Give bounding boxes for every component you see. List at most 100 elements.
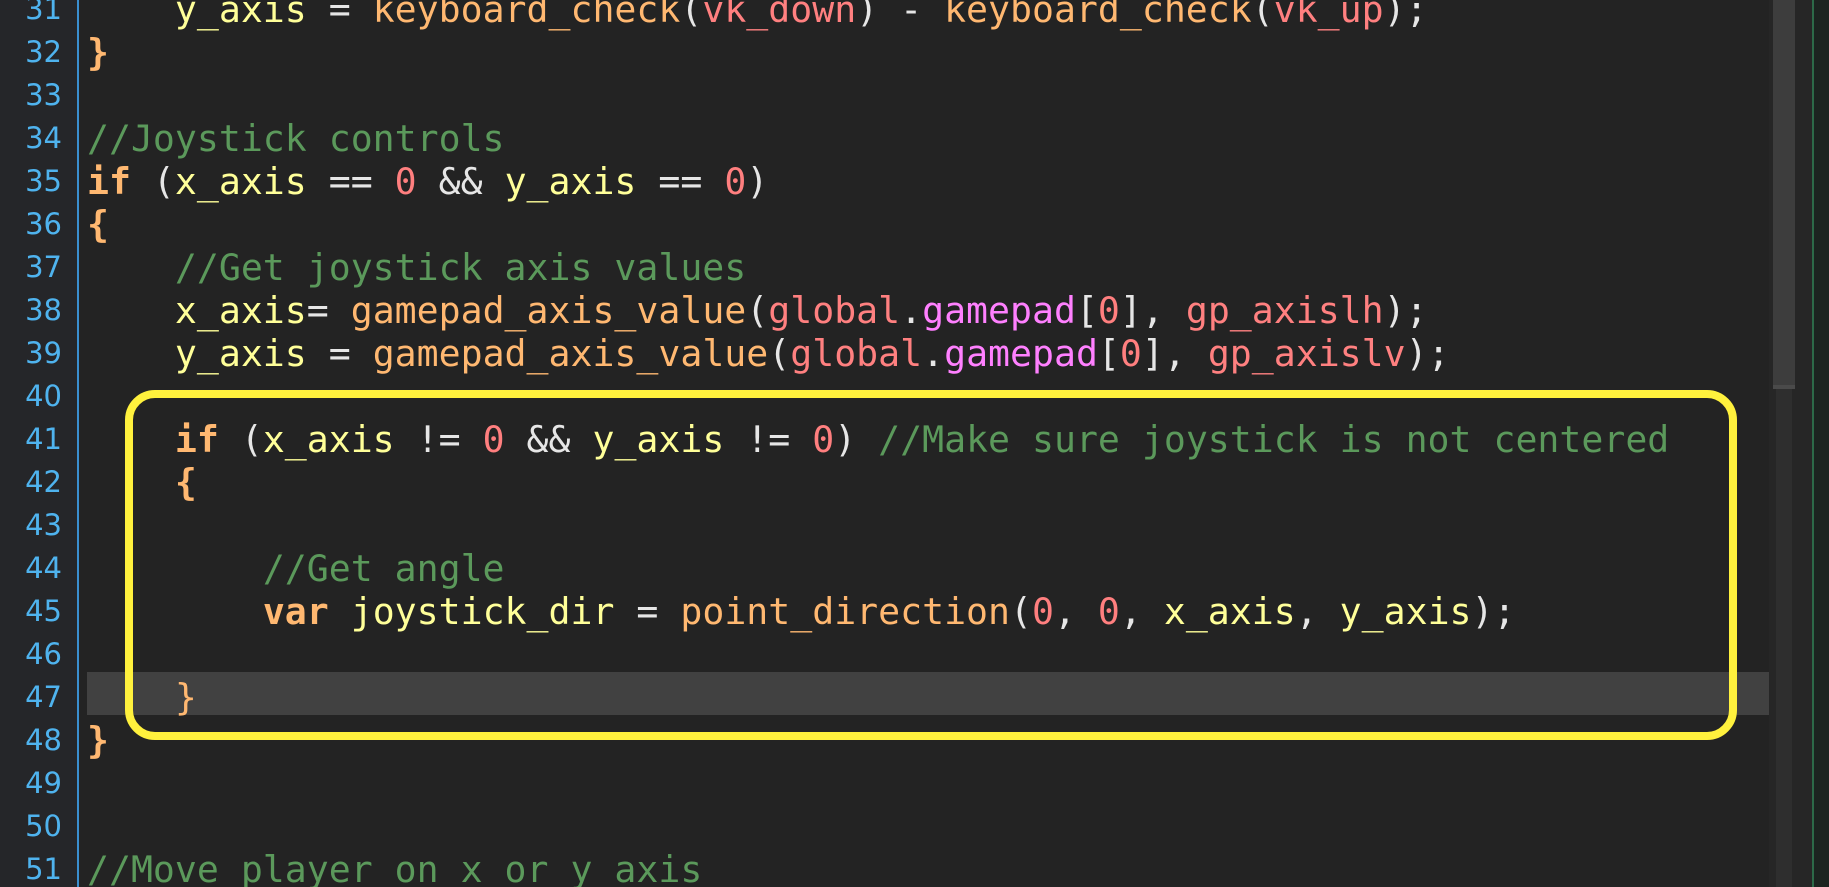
side-panel-edge	[1812, 0, 1829, 887]
function-token: keyboard_check	[372, 0, 681, 31]
constant-token: vk_down	[702, 0, 857, 31]
punctuation-token: .	[922, 332, 945, 375]
line-number: 32	[25, 35, 62, 69]
code-line-32[interactable]: }	[87, 31, 109, 74]
line-number: 51	[25, 852, 62, 886]
line-number: 37	[25, 250, 62, 284]
number-token: 0	[724, 160, 747, 203]
code-line-37[interactable]: //Get joystick axis values	[87, 246, 746, 289]
line-number: 35	[25, 164, 62, 198]
code-line-48[interactable]: }	[87, 719, 109, 762]
code-line-35[interactable]: if (x_axis == 0 && y_axis == 0)	[87, 160, 768, 203]
code-line-36[interactable]: {	[87, 203, 109, 246]
line-number-gutter[interactable]: 31 32 33 34 35 36 37 38 39 40 41 42 43 4…	[0, 0, 79, 887]
line-number: 42	[25, 465, 62, 499]
line-number: 46	[25, 637, 62, 671]
variable-token: y_axis	[504, 160, 637, 203]
operator-token: &&	[416, 160, 505, 203]
brace-token: {	[174, 461, 197, 504]
operator-token: =	[614, 590, 681, 633]
keyword-token: var	[262, 590, 329, 633]
comment-token: //Joystick controls	[87, 117, 505, 160]
global-token: global	[768, 289, 901, 332]
line-number: 47	[25, 680, 62, 714]
operator-token: ==	[306, 160, 395, 203]
punctuation-token: (	[768, 332, 791, 375]
code-line-39[interactable]: y_axis = gamepad_axis_value(global.gamep…	[87, 332, 1450, 375]
punctuation-token: (	[1251, 0, 1274, 31]
punctuation-token: (	[130, 160, 175, 203]
line-number: 49	[25, 766, 62, 800]
variable-token: x_axis	[174, 289, 307, 332]
function-token: point_direction	[680, 590, 1010, 633]
keyword-token: if	[87, 160, 131, 203]
code-line-45[interactable]: var joystick_dir = point_direction(0, 0,…	[87, 590, 1516, 633]
constant-token: gp_axislv	[1207, 332, 1406, 375]
variable-token: y_axis	[174, 332, 307, 375]
punctuation-token: (	[746, 289, 769, 332]
code-text-area[interactable]: y_axis = keyboard_check(vk_down) - keybo…	[87, 0, 1769, 887]
operator-token: =	[306, 0, 373, 31]
brace-token: {	[87, 203, 109, 246]
punctuation-token: (	[680, 0, 703, 31]
brace-token: }	[87, 31, 109, 74]
punctuation-token: (	[1010, 590, 1032, 633]
comment-token: //Move player on x or y axis	[87, 848, 703, 887]
operator-token: ==	[636, 160, 725, 203]
punctuation-token: );	[1405, 332, 1450, 375]
number-token: 0	[812, 418, 835, 461]
punctuation-token: ],	[1119, 289, 1186, 332]
code-line-38[interactable]: x_axis= gamepad_axis_value(global.gamepa…	[87, 289, 1428, 332]
operator-token: =	[306, 289, 351, 332]
code-line-41[interactable]: if (x_axis != 0 && y_axis != 0) //Make s…	[87, 418, 1669, 461]
keyword-token: if	[174, 418, 219, 461]
punctuation-token: )	[834, 418, 879, 461]
variable-token: y_axis	[592, 418, 725, 461]
number-token: 0	[1031, 590, 1054, 633]
punctuation-token: ,	[1119, 590, 1164, 633]
line-number: 33	[25, 78, 62, 112]
punctuation-token: [	[1097, 332, 1120, 375]
line-number: 48	[25, 723, 62, 757]
punctuation-token: );	[1383, 0, 1428, 31]
number-token: 0	[1097, 289, 1120, 332]
punctuation-token: .	[900, 289, 923, 332]
code-line-44[interactable]: //Get angle	[87, 547, 505, 590]
code-editor[interactable]: 31 32 33 34 35 36 37 38 39 40 41 42 43 4…	[0, 0, 1829, 887]
code-line-31[interactable]: y_axis = keyboard_check(vk_down) - keybo…	[87, 0, 1428, 31]
operator-token: =	[306, 332, 373, 375]
code-line-47[interactable]: }	[87, 676, 197, 719]
comment-token: //Get joystick axis values	[174, 246, 747, 289]
scrollbar-thumb[interactable]	[1773, 0, 1795, 385]
punctuation-token: ,	[1053, 590, 1098, 633]
global-token: global	[790, 332, 923, 375]
variable-token: x_axis	[1163, 590, 1296, 633]
code-line-51[interactable]: //Move player on x or y axis	[87, 848, 702, 887]
line-number: 38	[25, 293, 62, 327]
scrollbar-lower-track[interactable]	[1776, 389, 1792, 887]
line-number: 34	[25, 121, 62, 155]
field-token: gamepad	[922, 289, 1076, 332]
constant-token: vk_up	[1273, 0, 1384, 31]
punctuation-token: ],	[1141, 332, 1208, 375]
operator-token: !=	[724, 418, 813, 461]
punctuation-token: ) -	[856, 0, 945, 31]
brace-token: }	[87, 719, 109, 762]
field-token: gamepad	[944, 332, 1098, 375]
brace-token: }	[174, 676, 197, 719]
code-line-34[interactable]: //Joystick controls	[87, 117, 505, 160]
line-number: 39	[25, 336, 62, 370]
function-token: gamepad_axis_value	[350, 289, 747, 332]
code-line-42[interactable]: {	[87, 461, 197, 504]
variable-token: x_axis	[174, 160, 307, 203]
punctuation-token: (	[218, 418, 263, 461]
